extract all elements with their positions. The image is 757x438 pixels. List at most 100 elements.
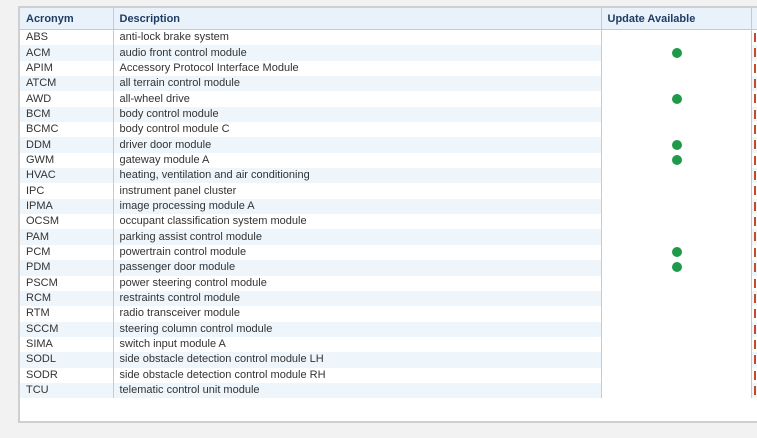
description-cell: power steering control module — [113, 275, 602, 291]
column-header-acronym[interactable]: Acronym — [20, 8, 114, 30]
table-row[interactable]: IPC instrument panel cluster — [20, 183, 757, 199]
table-row[interactable]: ATCM all terrain control module — [20, 76, 757, 92]
update-available-cell — [601, 198, 752, 215]
truncated-cell — [751, 91, 757, 107]
truncated-cell — [751, 367, 757, 383]
acronym-cell: BCM — [20, 106, 114, 123]
cut-off-content-marker — [753, 63, 756, 73]
truncated-cell — [751, 382, 757, 399]
update-available-cell — [601, 244, 752, 261]
description-cell: audio front control module — [113, 45, 602, 61]
truncated-cell — [751, 45, 757, 61]
truncated-cell — [751, 137, 757, 153]
update-available-cell — [601, 321, 752, 337]
truncated-cell — [751, 76, 757, 92]
truncated-cell — [751, 352, 757, 368]
table-row[interactable]: BCM body control module — [20, 106, 757, 123]
description-cell: all-wheel drive — [113, 91, 602, 107]
update-available-cell — [601, 214, 752, 230]
description-cell: gateway module A — [113, 152, 602, 169]
table-row[interactable]: ACM audio front control module — [20, 45, 757, 61]
table-row[interactable]: OCSM occupant classification system modul… — [20, 214, 757, 230]
table-row[interactable]: AWD all-wheel drive — [20, 91, 757, 107]
table-row[interactable]: IPMA image processing module A — [20, 198, 757, 215]
column-header-description[interactable]: Description — [113, 8, 602, 30]
cut-off-content-marker — [753, 201, 756, 211]
description-cell: body control module — [113, 106, 602, 123]
table-row[interactable]: PDM passenger door module — [20, 260, 757, 276]
update-available-cell — [601, 382, 752, 399]
cut-off-content-marker — [753, 140, 756, 150]
acronym-cell: IPC — [20, 183, 114, 199]
acronym-cell: SODR — [20, 367, 114, 383]
update-available-cell — [601, 91, 752, 107]
cut-off-content-marker — [753, 385, 756, 395]
description-cell: restraints control module — [113, 290, 602, 307]
acronym-cell: HVAC — [20, 168, 114, 184]
description-cell: passenger door module — [113, 260, 602, 276]
table-row[interactable]: DDM driver door module — [20, 137, 757, 153]
table-row[interactable]: APIM Accessory Protocol Interface Module — [20, 60, 757, 77]
update-available-cell — [601, 106, 752, 123]
modules-table-panel: Acronym Description Update Available A A… — [18, 6, 757, 423]
cut-off-content-marker — [753, 109, 756, 119]
table-row[interactable]: RTM radio transceiver module — [20, 306, 757, 322]
cut-off-content-marker — [753, 125, 756, 135]
truncated-cell — [751, 60, 757, 77]
description-cell: side obstacle detection control module R… — [113, 367, 602, 383]
cut-off-content-marker — [753, 309, 756, 319]
cut-off-content-marker — [753, 324, 756, 334]
cut-off-content-marker — [753, 186, 756, 196]
truncated-cell — [751, 168, 757, 184]
update-available-cell — [601, 168, 752, 184]
acronym-cell: OCSM — [20, 214, 114, 230]
cut-off-content-marker — [753, 33, 756, 42]
table-row[interactable]: PAM parking assist control module — [20, 229, 757, 245]
table-row[interactable]: PCM powertrain control module — [20, 244, 757, 261]
truncated-cell — [751, 198, 757, 215]
truncated-cell — [751, 152, 757, 169]
column-header-truncated[interactable]: A — [751, 8, 757, 30]
cut-off-content-marker — [753, 232, 756, 242]
table-row[interactable]: PSCM power steering control module — [20, 275, 757, 291]
acronym-cell: ABS — [20, 29, 114, 46]
update-available-cell — [601, 152, 752, 169]
description-cell: driver door module — [113, 137, 602, 153]
green-dot-icon — [672, 47, 682, 58]
acronym-cell: AWD — [20, 91, 114, 107]
update-available-cell — [601, 183, 752, 199]
update-available-cell — [601, 60, 752, 77]
table-row[interactable]: SODL side obstacle detection control modu… — [20, 352, 757, 368]
green-dot-icon — [672, 155, 682, 166]
table-row[interactable]: SIMA switch input module A — [20, 336, 757, 353]
modules-table: Acronym Description Update Available A A… — [20, 8, 757, 399]
description-cell: powertrain control module — [113, 244, 602, 261]
acronym-cell: ATCM — [20, 76, 114, 92]
table-row[interactable]: HVAC heating, ventilation and air conditi… — [20, 168, 757, 184]
table-row[interactable]: ABS anti-lock brake system — [20, 29, 757, 46]
table-row[interactable]: BCMC body control module C — [20, 122, 757, 138]
acronym-cell: RCM — [20, 290, 114, 307]
table-row[interactable]: TCU telematic control unit module — [20, 382, 757, 399]
description-cell: heating, ventilation and air conditionin… — [113, 168, 602, 184]
update-available-cell — [601, 260, 752, 276]
column-header-update-available[interactable]: Update Available — [601, 8, 752, 30]
truncated-cell — [751, 260, 757, 276]
description-cell: switch input module A — [113, 336, 602, 353]
description-cell: anti-lock brake system — [113, 29, 602, 46]
table-row[interactable]: SCCM steering column control module — [20, 321, 757, 337]
acronym-cell: DDM — [20, 137, 114, 153]
description-cell: Accessory Protocol Interface Module — [113, 60, 602, 77]
acronym-cell: SIMA — [20, 336, 114, 353]
table-row[interactable]: SODR side obstacle detection control modu… — [20, 367, 757, 383]
table-row[interactable]: GWM gateway module A — [20, 152, 757, 169]
truncated-cell — [751, 306, 757, 322]
truncated-cell — [751, 336, 757, 353]
truncated-cell — [751, 244, 757, 261]
green-dot-icon — [672, 139, 682, 150]
table-row[interactable]: RCM restraints control module — [20, 290, 757, 307]
update-available-cell — [601, 76, 752, 92]
description-cell: side obstacle detection control module L… — [113, 352, 602, 368]
cut-off-content-marker — [753, 48, 756, 58]
cut-off-content-marker — [753, 339, 756, 349]
